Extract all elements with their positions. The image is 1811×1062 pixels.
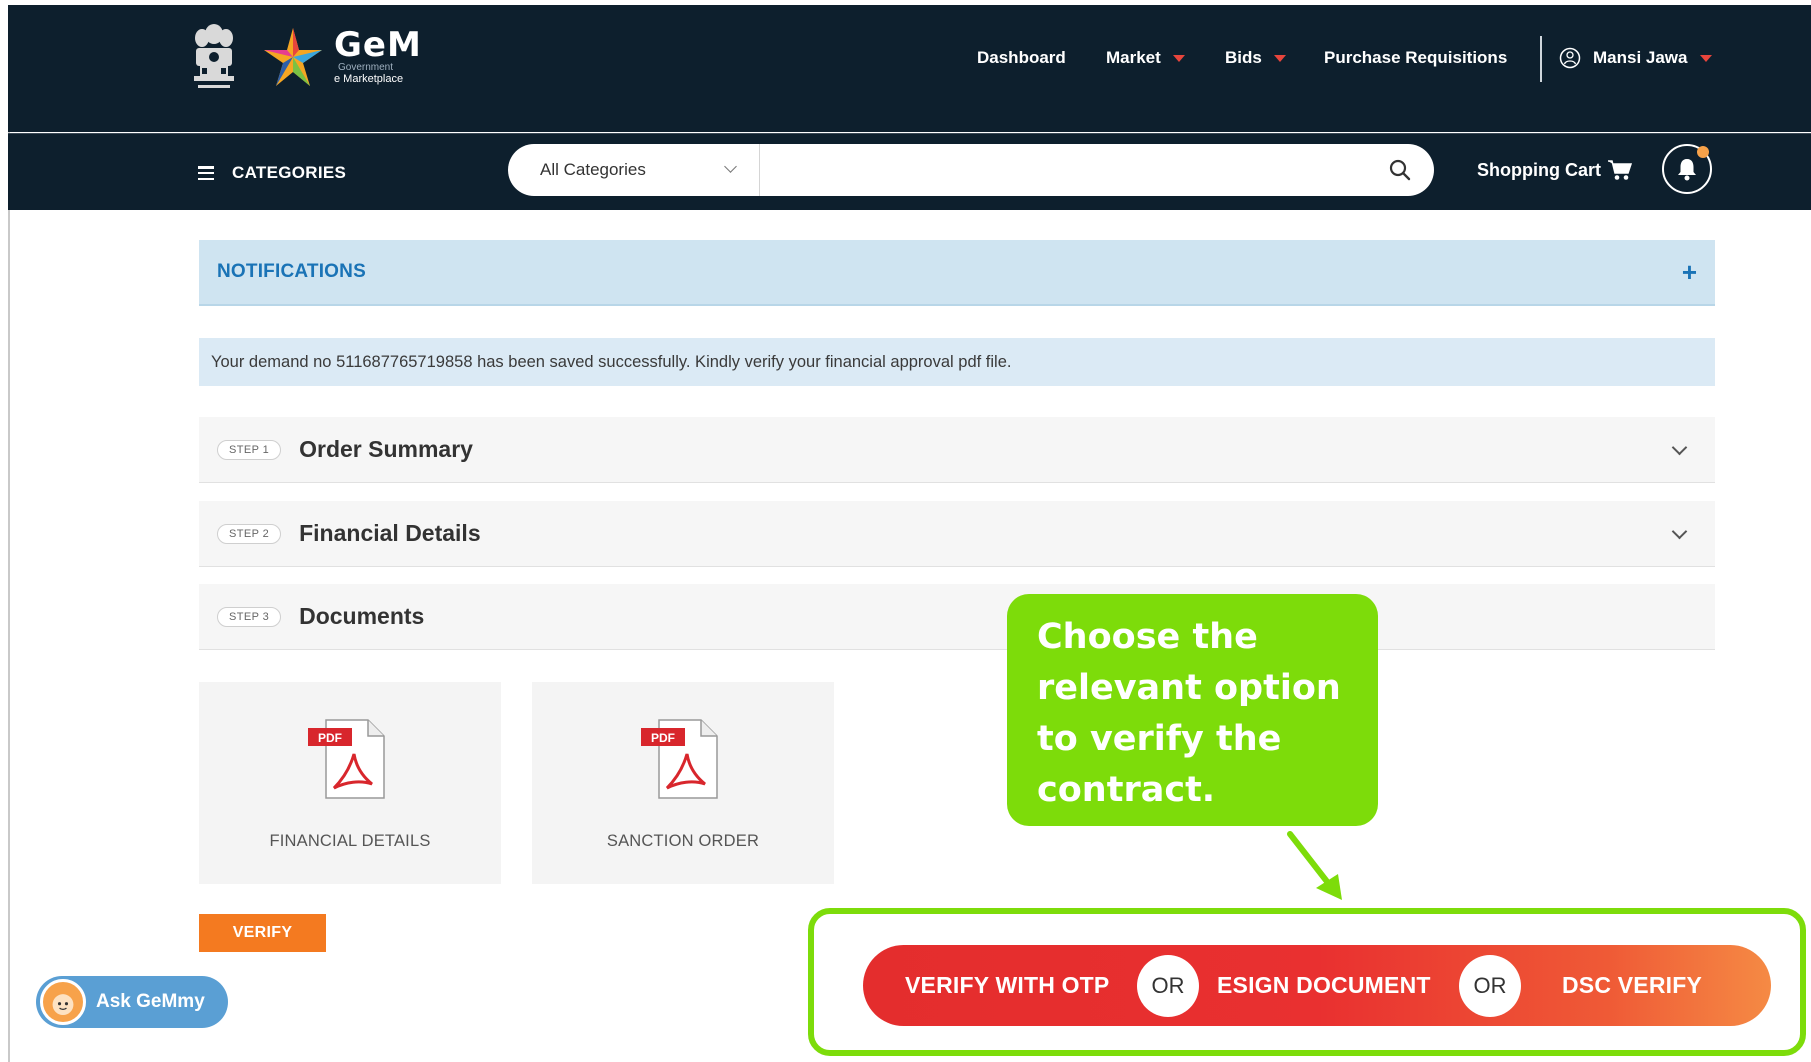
step-documents[interactable]: STEP 3 Documents bbox=[199, 584, 1715, 650]
document-label: FINANCIAL DETAILS bbox=[269, 832, 431, 850]
notification-dot bbox=[1697, 146, 1709, 158]
caret-down-icon bbox=[1273, 54, 1286, 62]
step-order-summary[interactable]: STEP 1 Order Summary bbox=[199, 417, 1715, 483]
shopping-cart-link[interactable]: Shopping Cart bbox=[1477, 159, 1633, 181]
logo-line2: e Marketplace bbox=[334, 73, 404, 85]
step-badge: STEP 3 bbox=[217, 606, 282, 627]
category-select[interactable]: All Categories bbox=[508, 144, 760, 196]
ask-gemmy-button[interactable]: Ask GeMmy bbox=[36, 976, 228, 1028]
categories-label: CATEGORIES bbox=[232, 163, 347, 182]
step-label: Order Summary bbox=[299, 436, 473, 462]
pdf-file-icon: PDF bbox=[308, 719, 385, 799]
notifications-panel[interactable]: NOTIFICATIONS + bbox=[199, 240, 1715, 306]
esign-document-button[interactable]: ESIGN DOCUMENT bbox=[1217, 972, 1431, 999]
step-label: Financial Details bbox=[299, 520, 481, 546]
step-label: Documents bbox=[299, 603, 425, 629]
nav-dashboard-label: Dashboard bbox=[977, 48, 1066, 67]
alert-message: Your demand no 511687765719858 has been … bbox=[211, 352, 1012, 371]
nav-dashboard[interactable]: Dashboard bbox=[977, 46, 1066, 70]
caret-down-icon bbox=[1172, 54, 1185, 62]
step-badge: STEP 1 bbox=[217, 439, 282, 460]
pdf-icon-text: PDF bbox=[318, 731, 342, 745]
document-label: SANCTION ORDER bbox=[606, 832, 760, 850]
search-icon[interactable] bbox=[1388, 158, 1412, 182]
verify-options-bar: VERIFY WITH OTP OR ESIGN DOCUMENT OR DSC… bbox=[863, 945, 1771, 1026]
national-emblem-icon bbox=[194, 24, 234, 88]
gem-star-logo-icon bbox=[264, 28, 322, 86]
pdf-file-icon: PDF bbox=[641, 719, 718, 799]
bell-icon bbox=[1678, 159, 1696, 181]
dsc-verify-button[interactable]: DSC VERIFY bbox=[1562, 972, 1702, 999]
notifications-title: NOTIFICATIONS bbox=[217, 261, 366, 282]
success-alert: Your demand no 511687765719858 has been … bbox=[199, 338, 1715, 386]
or-separator: OR bbox=[1459, 954, 1521, 1017]
nav-market[interactable]: Market bbox=[1106, 46, 1185, 70]
arrow-down-icon bbox=[1287, 831, 1342, 900]
nav-purchase-requisitions-label: Purchase Requisitions bbox=[1324, 48, 1508, 67]
caret-down-icon bbox=[1699, 54, 1712, 62]
ask-gemmy-label: Ask GeMmy bbox=[96, 991, 205, 1012]
search-bar: All Categories bbox=[508, 144, 1434, 196]
logo-name: GeM bbox=[334, 25, 422, 65]
or-separator: OR bbox=[1137, 954, 1199, 1017]
user-name: Mansi Jawa bbox=[1593, 48, 1688, 67]
chevron-down-icon[interactable] bbox=[1671, 439, 1688, 456]
nav-divider bbox=[1540, 36, 1542, 82]
nav-bids-label: Bids bbox=[1225, 48, 1262, 67]
cart-icon bbox=[1608, 160, 1633, 180]
shopping-cart-label: Shopping Cart bbox=[1477, 159, 1601, 180]
step-badge: STEP 2 bbox=[217, 523, 282, 544]
expand-plus-icon[interactable]: + bbox=[1682, 257, 1697, 288]
chevron-down-icon bbox=[724, 160, 737, 173]
document-card-sanction-order[interactable]: PDF SANCTION ORDER bbox=[532, 682, 834, 884]
pdf-icon-text: PDF bbox=[651, 731, 675, 745]
category-select-value: All Categories bbox=[540, 160, 646, 179]
categories-menu[interactable]: CATEGORIES bbox=[198, 163, 346, 183]
verify-button[interactable]: VERIFY bbox=[199, 914, 326, 952]
document-card-financial-details[interactable]: PDF FINANCIAL DETAILS bbox=[199, 682, 501, 884]
instruction-callout: Choose the relevant option to verify the… bbox=[1007, 594, 1378, 826]
nav-purchase-requisitions[interactable]: Purchase Requisitions bbox=[1324, 46, 1507, 70]
notifications-bell-button[interactable] bbox=[1662, 144, 1712, 194]
nav-bids[interactable]: Bids bbox=[1225, 46, 1286, 70]
verify-with-otp-button[interactable]: VERIFY WITH OTP bbox=[905, 972, 1109, 999]
gemmy-avatar-icon bbox=[40, 979, 86, 1025]
search-input[interactable] bbox=[768, 152, 1328, 188]
hamburger-icon bbox=[198, 166, 214, 180]
user-menu[interactable]: Mansi Jawa bbox=[1559, 46, 1712, 70]
step-financial-details[interactable]: STEP 2 Financial Details bbox=[199, 501, 1715, 567]
nav-market-label: Market bbox=[1106, 48, 1161, 67]
user-icon bbox=[1559, 47, 1581, 69]
chevron-down-icon[interactable] bbox=[1671, 523, 1688, 540]
gem-logo-text: GeM Government e Marketplace bbox=[334, 28, 422, 85]
